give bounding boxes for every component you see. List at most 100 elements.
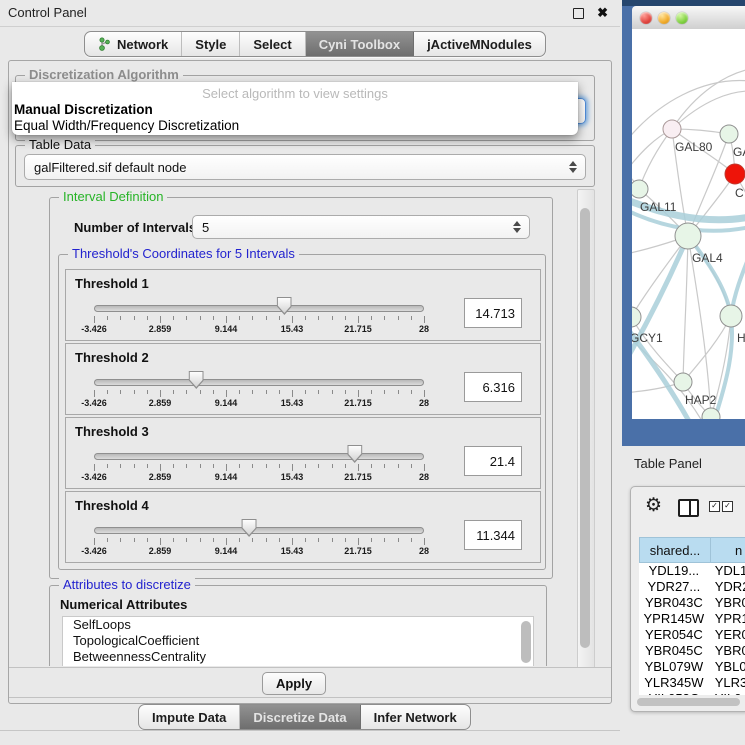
table-row[interactable]: YIL052CYIL0 [639, 691, 745, 695]
thresholds-group: Threshold's Coordinates for 5 Intervals … [58, 254, 546, 570]
network-edge[interactable] [683, 236, 688, 382]
table-cell[interactable]: YBR0 [709, 595, 745, 611]
threshold-2-slider[interactable] [94, 379, 424, 386]
tab-style[interactable]: Style [182, 32, 240, 56]
column-header-shared[interactable]: shared... [639, 537, 711, 563]
network-node[interactable] [720, 305, 742, 327]
table-cell[interactable]: YDL1 [709, 563, 745, 579]
columns-icon[interactable] [678, 499, 699, 517]
table-cell[interactable]: YBR045C [639, 643, 709, 659]
settings-scroll-area: Interval Definition Number of Intervals … [13, 189, 575, 666]
table-row[interactable]: YDL19...YDL1 [639, 563, 745, 579]
network-node[interactable] [663, 120, 681, 138]
tab-jactivemnodules[interactable]: jActiveMNodules [414, 32, 545, 56]
tab-label: jActiveMNodules [427, 37, 532, 52]
table-row[interactable]: YLR345WYLR3 [639, 675, 745, 691]
numerical-attributes-list[interactable]: SelfLoopsTopologicalCoefficientBetweenne… [62, 616, 534, 666]
network-edge[interactable] [632, 236, 688, 317]
table-cell[interactable]: YPR1 [709, 611, 745, 627]
number-of-intervals-select[interactable]: 5 [192, 215, 530, 239]
threshold-1-slider[interactable] [94, 305, 424, 312]
table-cell[interactable]: YBL079W [639, 659, 709, 675]
network-node[interactable] [632, 180, 648, 198]
table-cell[interactable]: YBL0 [709, 659, 745, 675]
table-cell[interactable]: YER0 [709, 627, 745, 643]
tab-discretize-data[interactable]: Discretize Data [240, 705, 360, 729]
zoom-traffic-light-icon[interactable] [676, 12, 688, 24]
table-cell[interactable]: YBR043C [639, 595, 709, 611]
threshold-1-value[interactable]: 14.713 [464, 298, 522, 328]
table-row[interactable]: YBR045CYBR0 [639, 643, 745, 659]
table-cell[interactable]: YER054C [639, 627, 709, 643]
network-window-titlebar[interactable] [632, 6, 745, 30]
slider-thumb[interactable] [189, 371, 204, 389]
table-header-row: shared... n [639, 537, 745, 563]
dropdown-option-manual-discretization[interactable]: Manual Discretization [14, 102, 153, 117]
table-row[interactable]: YDR27...YDR2 [639, 579, 745, 595]
scale-label: 9.144 [215, 324, 238, 334]
number-of-intervals-label: Number of Intervals [74, 220, 196, 235]
threshold-3-slider[interactable] [94, 453, 424, 460]
network-canvas[interactable]: GAL80GACGAL11GAL4GCY1HHAP2 [632, 29, 745, 419]
table-data-group: Table Data galFiltered.sif default node [15, 145, 595, 187]
checkbox-icon[interactable]: ✓ [709, 501, 720, 512]
table-cell[interactable]: YDR2 [709, 579, 745, 595]
settings-scrollbar[interactable] [577, 189, 595, 696]
network-node[interactable] [725, 164, 745, 184]
network-node[interactable] [720, 125, 738, 143]
attribute-list-item[interactable]: TopologicalCoefficient [63, 633, 533, 649]
gear-icon[interactable]: ⚙ [645, 495, 662, 517]
threshold-4-slider[interactable] [94, 527, 424, 534]
scale-label: 2.859 [149, 324, 172, 334]
network-node[interactable] [675, 223, 701, 249]
attribute-list-item[interactable]: SelfLoops [63, 617, 533, 633]
tab-impute-data[interactable]: Impute Data [139, 705, 240, 729]
table-panel-title: Table Panel [634, 456, 702, 471]
tab-cyni-toolbox[interactable]: Cyni Toolbox [306, 32, 414, 56]
threshold-2-value[interactable]: 6.316 [464, 372, 522, 402]
slider-thumb[interactable] [242, 519, 257, 537]
network-edge[interactable] [639, 129, 672, 189]
threshold-label: Threshold 2 [75, 350, 149, 365]
list-scrollbar[interactable] [521, 621, 531, 663]
table-row[interactable]: YBR043CYBR0 [639, 595, 745, 611]
slider-thumb[interactable] [277, 297, 292, 315]
threshold-3-value[interactable]: 21.4 [464, 446, 522, 476]
minimize-traffic-light-icon[interactable] [658, 12, 670, 24]
scale-label: 28 [419, 546, 429, 556]
close-traffic-light-icon[interactable] [640, 12, 652, 24]
tab-label: Cyni Toolbox [319, 37, 400, 52]
tab-infer-network[interactable]: Infer Network [361, 705, 470, 729]
float-window-icon[interactable] [573, 8, 584, 19]
table-cell[interactable]: YBR0 [709, 643, 745, 659]
table-row[interactable]: YPR145WYPR1 [639, 611, 745, 627]
table-cell[interactable]: YDL19... [639, 563, 709, 579]
threshold-4-value[interactable]: 11.344 [464, 520, 522, 550]
apply-button[interactable]: Apply [262, 672, 326, 695]
network-node[interactable] [632, 307, 641, 327]
table-cell[interactable]: YLR3 [709, 675, 745, 691]
scrollbar-thumb[interactable] [580, 208, 590, 648]
spinner-arrows-icon [513, 221, 521, 233]
table-cell[interactable]: YIL052C [639, 691, 709, 695]
table-data-select[interactable]: galFiltered.sif default node [24, 154, 586, 180]
network-view-window: GAL80GACGAL11GAL4GCY1HHAP2 [622, 0, 745, 446]
table-cell[interactable]: YPR145W [639, 611, 709, 627]
table-cell[interactable]: YLR345W [639, 675, 709, 691]
network-edge[interactable] [672, 91, 745, 129]
checkbox-icon[interactable]: ✓ [722, 501, 733, 512]
dropdown-placeholder[interactable]: Select algorithm to view settings [12, 86, 578, 101]
table-cell[interactable]: YIL0 [709, 691, 745, 695]
column-header-name[interactable]: n [711, 537, 745, 563]
table-row[interactable]: YER054CYER0 [639, 627, 745, 643]
table-horizontal-scrollbar[interactable] [637, 698, 740, 706]
attribute-list-item[interactable]: BetweennessCentrality [63, 649, 533, 665]
network-node[interactable] [674, 373, 692, 391]
table-row[interactable]: YBL079WYBL0 [639, 659, 745, 675]
tab-select[interactable]: Select [240, 32, 305, 56]
close-icon[interactable]: ✖ [597, 0, 608, 26]
tab-network[interactable]: Network [85, 32, 182, 56]
table-cell[interactable]: YDR27... [639, 579, 709, 595]
dropdown-option-equal-width-frequency[interactable]: Equal Width/Frequency Discretization [14, 118, 239, 133]
slider-thumb[interactable] [347, 445, 362, 463]
